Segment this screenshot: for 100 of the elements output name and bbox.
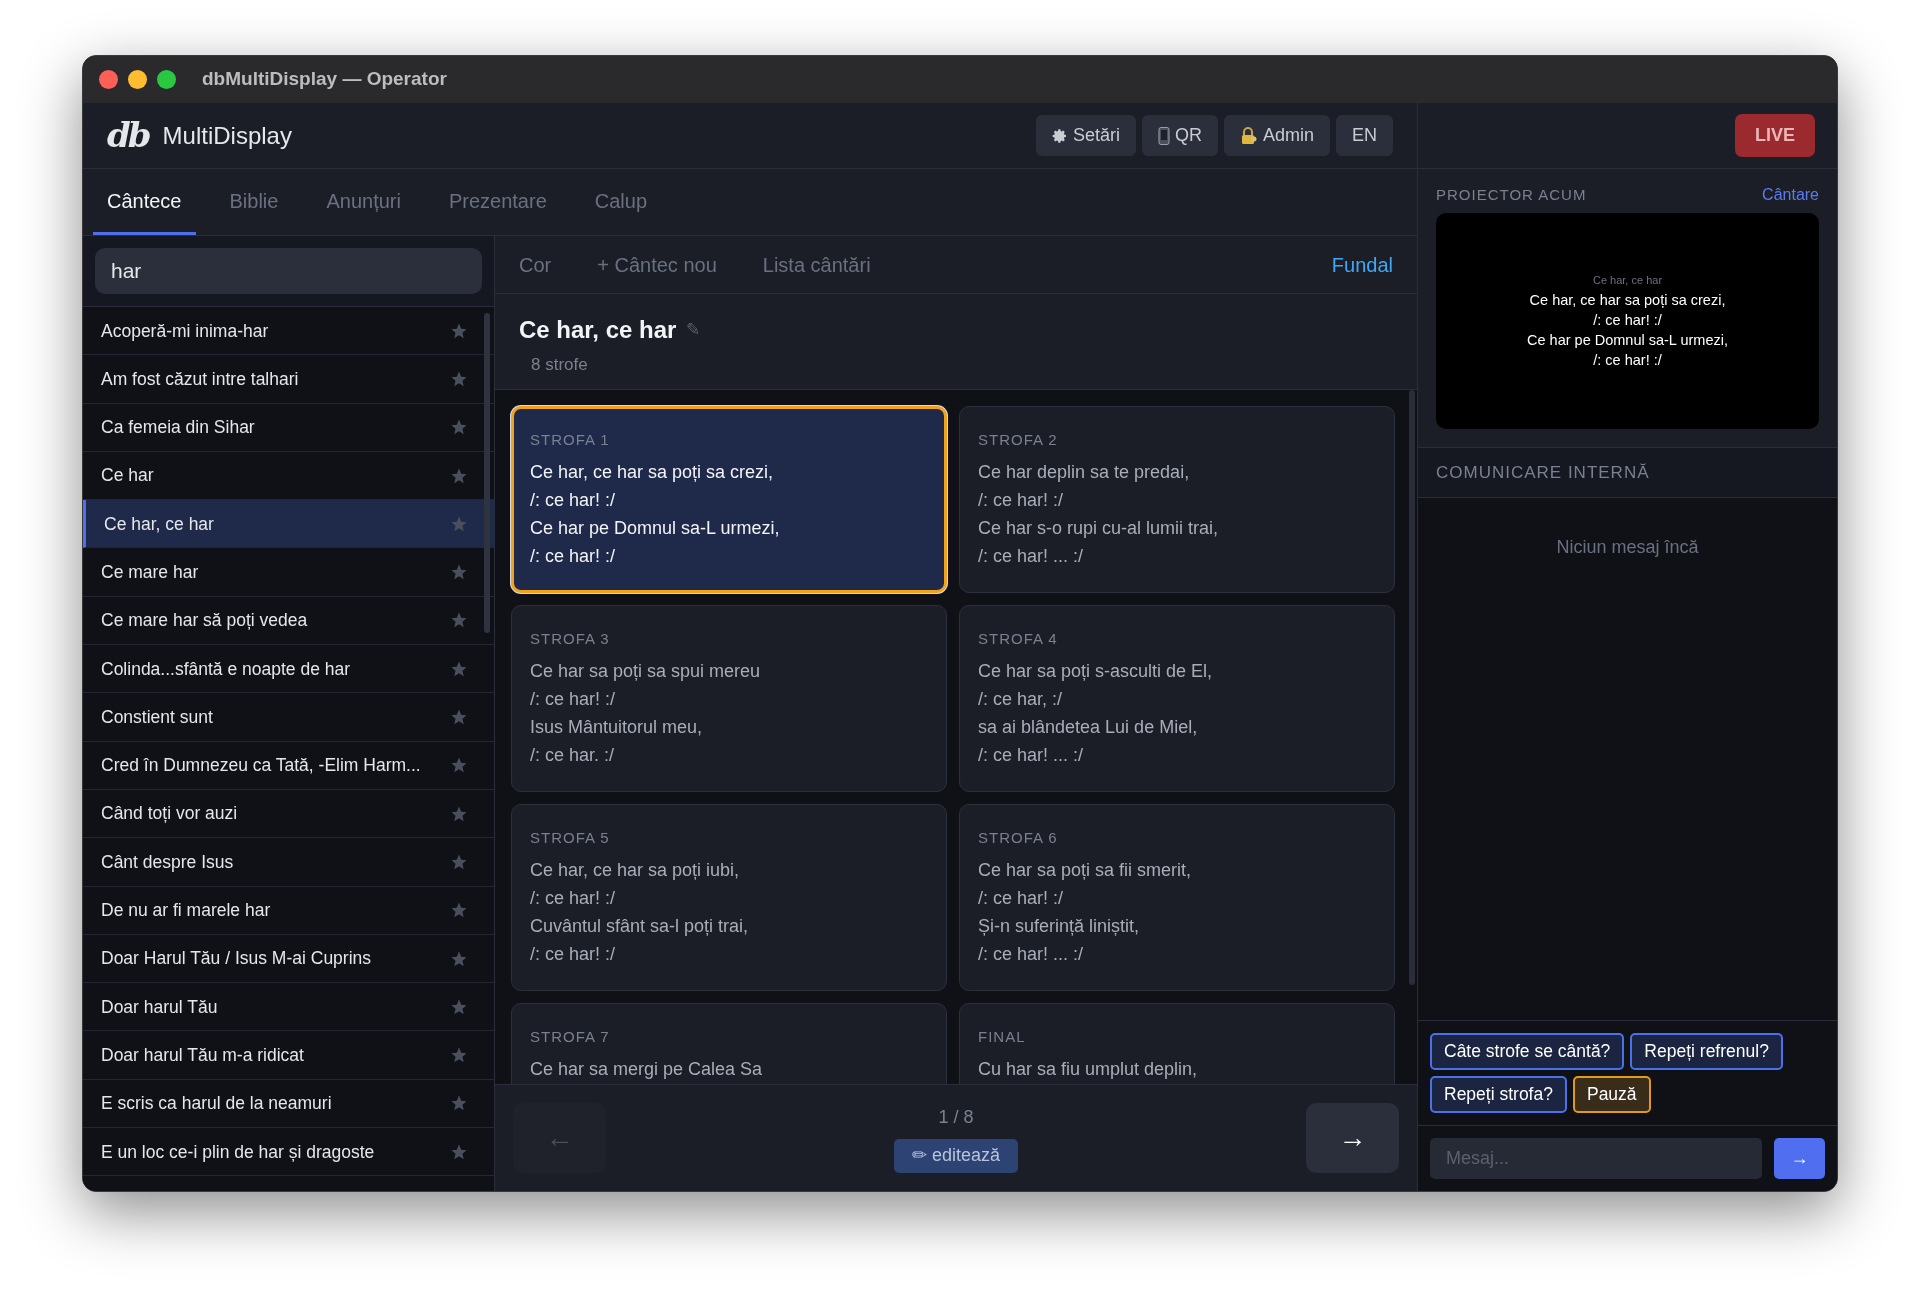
lyric-line: Ce har, ce har sa poți sa crezi, [530,460,774,484]
preview-line: /: ce har! :/ [1593,351,1662,371]
lyric-line: /: ce har! ... :/ [978,743,1084,767]
header-button[interactable]: QR [1141,115,1218,156]
verse-label: STROFA 2 [978,430,1059,450]
search-field[interactable]: har [95,248,482,294]
preview-line: /: ce har! :/ [1593,311,1662,331]
verse-label: STROFA 5 [530,828,611,848]
app-name: MultiDisplay [162,120,292,151]
lyric-line: /: ce har! :/ [530,687,616,711]
lyric-line: Isus Mântuitorul meu, [530,715,703,739]
lyric-line: /: ce har! ... :/ [978,544,1084,568]
verse-card[interactable]: STROFA 4 Ce har sa poți s-asculti de El, /: ce har, :/ sa ai blândetea Lui de Miel, /: ce har! ... :/ [959,605,1395,792]
song-list-item[interactable]: Constient sunt [83,693,494,742]
lyric-line: Ce har sa poți sa spui mereu [530,659,761,683]
header-button[interactable]: Admin [1223,115,1330,156]
star-icon[interactable] [450,1046,468,1065]
lyric-line: /: ce har! :/ [530,488,616,512]
verse-card[interactable]: STROFA 1 Ce har, ce har sa poți sa crezi, /: ce har! :/ Ce har pe Domnul sa-L urmezi, /: ce har! :/ [511,406,947,593]
quick-message-button[interactable]: Pauză [1572,1076,1651,1113]
section-heading: PROIECTOR ACUM [1436,184,1587,205]
window-title: dbMultiDisplay — Operator [202,67,447,92]
header-button[interactable]: EN [1336,115,1393,156]
lyric-line: /: ce har! :/ [978,886,1064,910]
lyric-line: Ce har, ce har sa poți iubi, [530,858,740,882]
lock-key-icon [1239,126,1258,145]
quick-message-button[interactable]: Repeți strofa? [1430,1076,1567,1113]
star-icon[interactable] [450,563,468,582]
background-link[interactable]: Fundal [1331,249,1393,280]
lyric-line: Cuvântul sfânt sa-l poți trai, [530,914,749,938]
star-icon[interactable] [450,611,468,630]
verse-card[interactable]: STROFA 3 Ce har sa poți sa spui mereu /: ce har! :/ Isus Mântuitorul meu, /: ce har. :/ [511,605,947,792]
gear-icon [1051,127,1068,144]
song-list-item[interactable]: Cred în Dumnezeu ca Tată, -Elim Harm... [83,741,494,790]
song-list-item[interactable]: Colinda...sfântă e noapte de har [83,645,494,694]
next-button[interactable]: → [1306,1103,1399,1173]
song-list-item[interactable]: Doar Harul Tău / Isus M-ai Cuprins [83,934,494,984]
verse-card[interactable]: STROFA 2 Ce har deplin sa te predai, /: ce har! :/ Ce har s-o rupi cu-al lumii trai, /: ce har! ... :/ [959,406,1395,593]
lyric-line: /: ce har, :/ [978,687,1063,711]
lyric-line: Ce har deplin sa te predai, [978,460,1190,484]
lyric-line: /: ce har! ... :/ [978,942,1084,966]
lyric-line: sa ai blândetea Lui de Miel, [978,715,1198,739]
verse-label: STROFA 7 [530,1027,611,1047]
verse-label: STROFA 1 [530,430,611,450]
preview-line: Ce har pe Domnul sa-L urmezi, [1527,331,1728,351]
verse-card[interactable]: STROFA 5 Ce har, ce har sa poți iubi, /: ce har! :/ Cuvântul sfânt sa-l poți trai, /: ce har! :/ [511,804,947,991]
lyric-line: /: ce har! :/ [530,886,616,910]
header-button[interactable]: Setări [1035,115,1136,156]
scrollbar[interactable] [484,313,490,633]
song-list-item[interactable]: Doar harul Tău [83,983,494,1032]
lyric-line: /: ce har! :/ [530,544,616,568]
star-icon[interactable] [450,418,468,437]
section-heading: COMUNICARE INTERNĂ [1436,461,1650,484]
lyric-line: Ce har s-o rupi cu-al lumii trai, [978,516,1219,540]
quick-message-button[interactable]: Repeți refrenul? [1630,1033,1783,1070]
lyric-line: Ce har pe Domnul sa-L urmezi, [530,516,780,540]
empty-message: Niciun mesaj încă [1556,536,1699,558]
song-list-item[interactable]: E un loc ce-i plin de har și dragoste [83,1128,494,1177]
lyric-line: /: ce har! :/ [978,488,1064,512]
song-list-item[interactable]: Ce har, ce har [83,500,494,549]
close-window-icon[interactable] [99,70,118,89]
lyric-line: Și-n suferință liniștit, [978,914,1140,938]
preview-line: Ce har, ce har sa poți sa crezi, [1529,291,1726,311]
lyric-line: Cu har sa fiu umplut deplin, [978,1057,1198,1081]
zoom-window-icon[interactable] [157,70,176,89]
verse-label: STROFA 4 [978,629,1059,649]
message-field[interactable]: Mesaj... [1430,1138,1762,1179]
verse-label: STROFA 3 [530,629,611,649]
phone-icon [1157,126,1170,145]
lyric-line: /: ce har. :/ [530,743,615,767]
send-button[interactable]: → [1774,1138,1825,1179]
live-button[interactable]: LIVE [1735,114,1815,157]
verse-card[interactable]: STROFA 6 Ce har sa poți sa fii smerit, /: ce har! :/ Și-n suferință liniștit, /: ce har! ... :/ [959,804,1395,991]
preview-song-title: Ce har, ce har [1592,272,1663,288]
star-icon[interactable] [450,1094,468,1113]
lyric-line: Ce har sa mergi pe Calea Sa [530,1057,763,1081]
verse-card[interactable]: FINAL Cu har sa fiu umplut deplin, [959,1003,1395,1084]
lyric-line: Ce har sa poți s-asculti de El, [978,659,1213,683]
song-list-item[interactable]: Cânt despre Isus [83,838,494,887]
logo: db [107,114,149,157]
projector-mode: Cântare [1762,185,1819,205]
verse-position: 1 / 8 [938,1105,974,1129]
edit-button[interactable]: ✏ editează [893,1138,1019,1173]
star-icon[interactable] [450,708,468,726]
song-list-item[interactable]: E scris ca harul de la neamuri [83,1079,494,1129]
verse-label: FINAL [978,1027,1027,1047]
verse-count: 8 strofe [531,354,589,376]
minimize-window-icon[interactable] [128,70,147,89]
star-icon[interactable] [450,756,468,775]
lyric-line: Ce har sa poți sa fii smerit, [978,858,1192,882]
song-list-item[interactable]: De nu ar fi marele har [83,886,494,935]
lyric-line: /: ce har! :/ [530,942,616,966]
scrollbar[interactable] [1409,390,1415,985]
verse-label: STROFA 6 [978,828,1059,848]
verse-card[interactable]: STROFA 7 Ce har sa mergi pe Calea Sa [511,1003,947,1084]
song-title: Ce har, ce har [519,315,677,345]
quick-message-button[interactable]: Câte strofe se cântă? [1430,1033,1625,1070]
song-list-item[interactable]: Doar harul Tău m-a ridicat [83,1031,494,1080]
song-list-item[interactable]: Când toți vor auzi [83,789,494,839]
star-icon[interactable] [450,901,468,920]
